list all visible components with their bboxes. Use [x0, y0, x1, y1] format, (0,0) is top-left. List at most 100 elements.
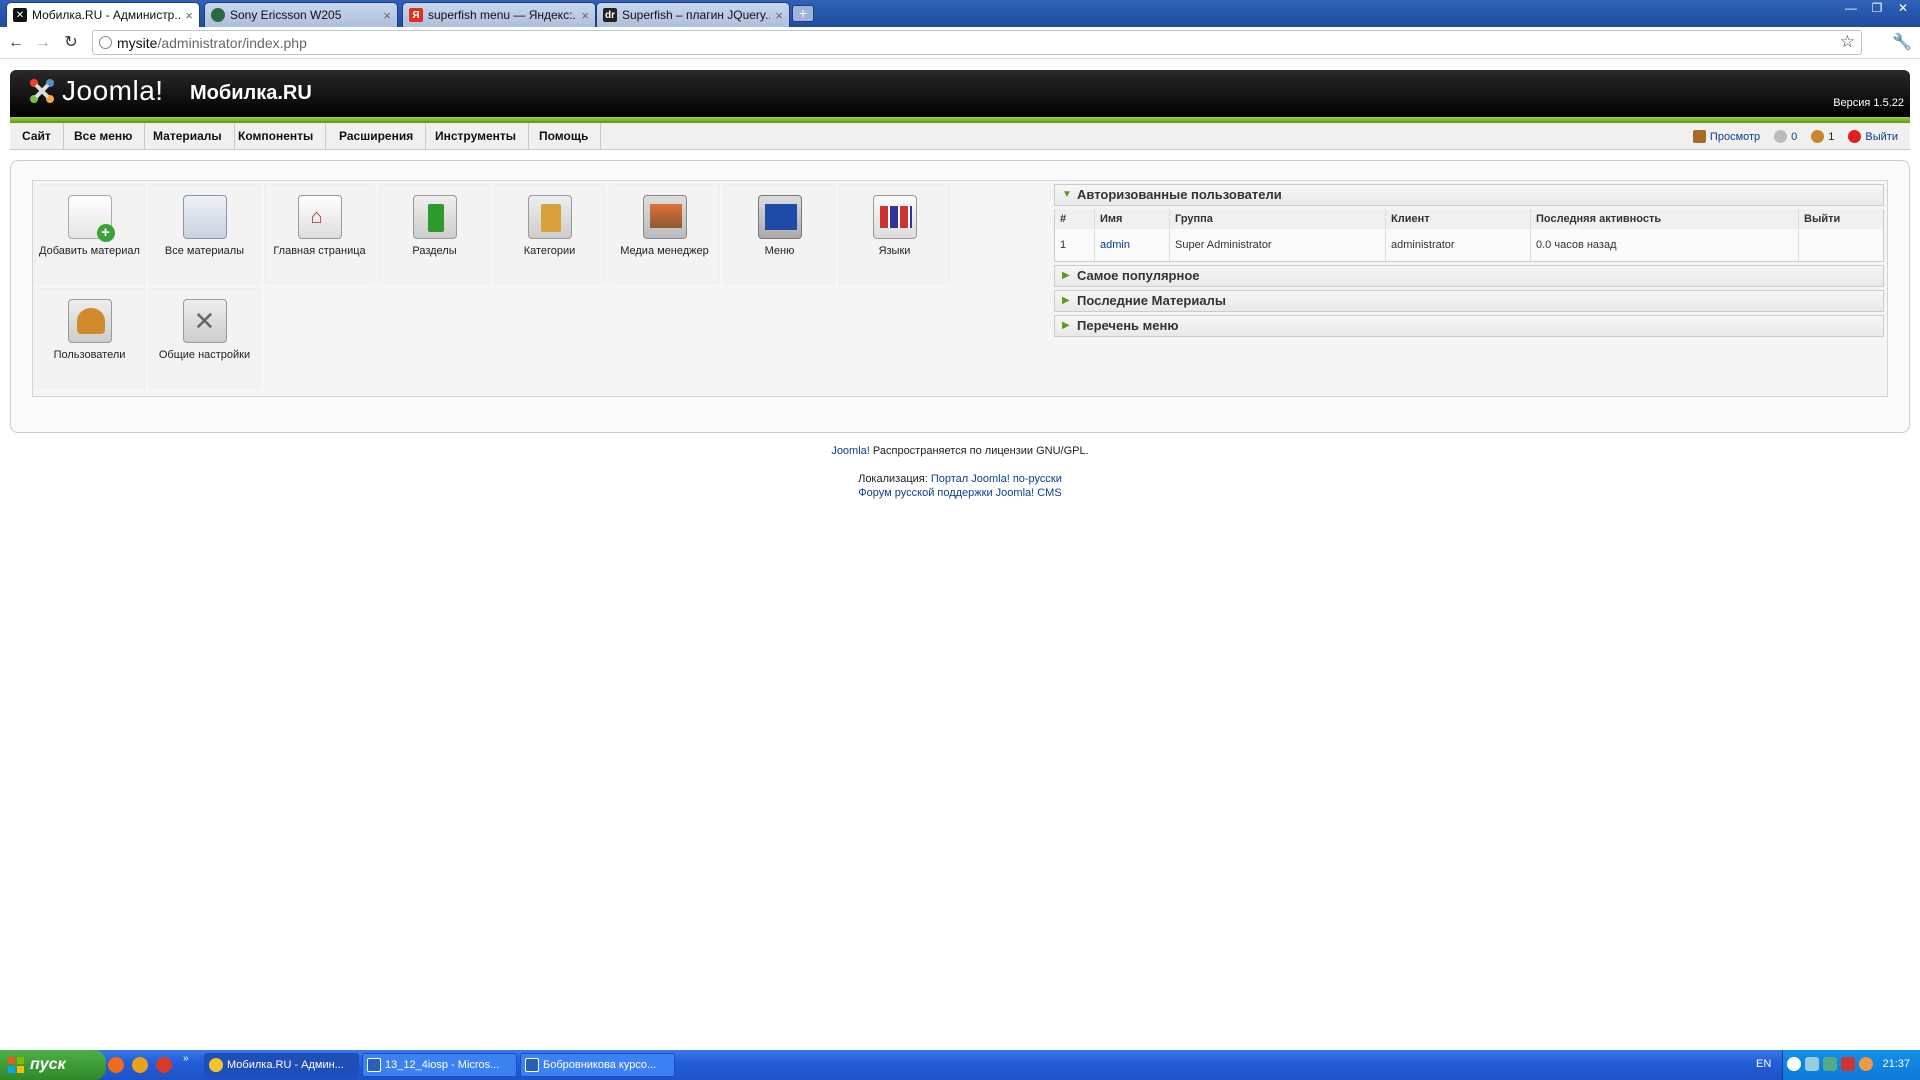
logout-link[interactable]: Выйти [1848, 130, 1898, 143]
new-tab-button[interactable]: + [792, 5, 814, 22]
close-tab-icon[interactable]: × [383, 8, 391, 23]
quick-icon-frontpage[interactable]: ⌂ Главная страница [264, 184, 375, 284]
joomla-favicon-icon: ✕ [13, 8, 27, 22]
admin-footer: Joomla! Распространяется по лицензии GNU… [0, 444, 1920, 500]
quick-icon-config[interactable]: ✕ Общие настройки [149, 288, 260, 388]
close-tab-icon[interactable]: × [775, 8, 783, 23]
browser-toolbar: ← → ↻ mysite/administrator/index.php ☆ 🔧 [0, 27, 1920, 59]
close-tab-icon[interactable]: × [581, 8, 589, 23]
taskbar-window-button[interactable]: Бобровникова курсо... [520, 1053, 675, 1077]
menu-item-tools[interactable]: Инструменты [423, 123, 530, 150]
page-info-icon[interactable] [99, 36, 112, 49]
browser-tab[interactable]: Я superfish menu — Яндекс:... × [402, 2, 596, 27]
cell-logout[interactable] [1799, 229, 1883, 261]
joomla-logo-icon [26, 75, 58, 107]
menu-item-components[interactable]: Компоненты [226, 123, 327, 150]
menu-item-content[interactable]: Материалы [141, 123, 235, 150]
browser-tab[interactable]: Sony Ericsson W205 × [204, 2, 398, 27]
menu-item-all-menus[interactable]: Все меню [62, 123, 146, 150]
latest-articles-header[interactable]: ▶ Последние Материалы [1054, 290, 1884, 312]
messages-status[interactable]: 0 [1774, 130, 1797, 143]
browser-tab[interactable]: dr Superfish – плагин JQuery... × [596, 2, 790, 27]
bookmark-star-icon[interactable]: ☆ [1840, 32, 1855, 52]
reload-icon[interactable]: ↻ [61, 33, 81, 53]
preview-icon [1692, 130, 1706, 143]
close-tab-icon[interactable]: × [185, 8, 193, 23]
quick-icon-label: Все материалы [164, 245, 245, 257]
quick-icon-label: Разделы [412, 245, 457, 257]
quick-icon-label: Языки [878, 245, 911, 257]
panel-title: Перечень меню [1077, 318, 1179, 333]
flag-icon[interactable] [1841, 1057, 1855, 1071]
menu-item-site[interactable]: Сайт [10, 123, 64, 150]
quick-icon-languages[interactable]: Языки [839, 184, 950, 284]
quick-icon-categories[interactable]: Категории [494, 184, 605, 284]
quick-icon-sections[interactable]: Разделы [379, 184, 490, 284]
quick-icon-label: Меню [764, 245, 795, 257]
portal-link[interactable]: Портал Joomla! по-русски [931, 473, 1062, 485]
minimize-icon[interactable]: — [1840, 0, 1862, 16]
users-count: 1 [1828, 130, 1835, 143]
browser-icon[interactable] [132, 1057, 148, 1073]
tab-title: Superfish – плагин JQuery... [622, 8, 771, 22]
restore-icon[interactable]: ❐ [1866, 0, 1888, 16]
quick-icon-add-article[interactable]: + Добавить материал [34, 184, 145, 284]
users-status[interactable]: 1 [1811, 130, 1834, 143]
tab-title: superfish menu — Яндекс:... [428, 8, 577, 22]
user-link[interactable]: admin [1095, 229, 1170, 261]
network-icon[interactable] [1805, 1057, 1819, 1071]
language-indicator[interactable]: EN [1756, 1058, 1771, 1070]
quick-icon-media[interactable]: Медиа менеджер [609, 184, 720, 284]
taskbar-window-button[interactable]: 13_12_4iosp - Micros... [362, 1053, 517, 1077]
menu-stats-header[interactable]: ▶ Перечень меню [1054, 315, 1884, 337]
start-label: пуск [30, 1056, 66, 1073]
logged-users-header[interactable]: ▼ Авторизованные пользователи [1054, 184, 1884, 206]
tray-app-icon[interactable] [1859, 1057, 1873, 1071]
collapsed-triangle-icon: ▶ [1062, 320, 1070, 331]
tray-app-icon[interactable] [1823, 1057, 1837, 1071]
popular-header[interactable]: ▶ Самое популярное [1054, 265, 1884, 287]
firefox-icon[interactable] [108, 1057, 124, 1073]
start-button[interactable]: пуск [0, 1050, 106, 1080]
window-controls: — ❐ ✕ [1840, 0, 1914, 16]
chrome-icon [209, 1058, 223, 1072]
back-arrow-icon[interactable]: ← [6, 33, 26, 53]
preview-label: Просмотр [1709, 130, 1761, 143]
logged-users-table: # Имя Группа Клиент Последняя активность… [1054, 209, 1884, 262]
quick-icon-label: Пользователи [53, 349, 126, 361]
cell-client: administrator [1386, 229, 1531, 261]
config-icon: ✕ [182, 299, 227, 343]
browser-tab[interactable]: ✕ Мобилка.RU - Администр... × [6, 2, 200, 27]
preview-link[interactable]: Просмотр [1692, 130, 1761, 143]
quick-icon-label: Добавить материал [39, 245, 140, 257]
users-icon [67, 299, 112, 343]
status-bar: Просмотр 0 1 Выйти [1692, 123, 1898, 150]
sections-icon [412, 195, 457, 239]
categories-icon [527, 195, 572, 239]
quick-icon-users[interactable]: Пользователи [34, 288, 145, 388]
taskbar-window-button[interactable]: Мобилка.RU - Админ... [204, 1053, 359, 1077]
menu-item-extensions[interactable]: Расширения [327, 123, 427, 150]
wrench-menu-icon[interactable]: 🔧 [1892, 32, 1912, 52]
users-online-icon [1811, 130, 1825, 143]
address-bar[interactable]: mysite/administrator/index.php ☆ [92, 30, 1862, 55]
admin-menu-bar: Сайт Все меню Материалы Компоненты Расши… [10, 123, 1910, 150]
forum-link[interactable]: Форум русской поддержки Joomla! CMS [858, 487, 1061, 499]
logout-label: Выйти [1865, 130, 1898, 143]
quick-icon-menu[interactable]: Меню [724, 184, 835, 284]
tray-expand-icon[interactable] [1787, 1057, 1801, 1071]
panel-title: Последние Материалы [1077, 293, 1226, 308]
quick-launch-more-icon[interactable]: » [183, 1053, 189, 1064]
cell-number: 1 [1055, 229, 1095, 261]
app-icon[interactable] [156, 1057, 172, 1073]
forward-arrow-icon[interactable]: → [33, 33, 53, 53]
close-window-icon[interactable]: ✕ [1892, 0, 1914, 16]
menu-item-help[interactable]: Помощь [527, 123, 602, 150]
frontpage-icon: ⌂ [297, 195, 342, 239]
quick-icon-articles[interactable]: Все материалы [149, 184, 260, 284]
browser-tab-bar: ✕ Мобилка.RU - Администр... × Sony Erics… [0, 0, 1920, 27]
joomla-link[interactable]: Joomla! [831, 445, 870, 457]
taskbar-window-label: 13_12_4iosp - Micros... [385, 1059, 500, 1071]
collapsed-triangle-icon: ▶ [1062, 270, 1070, 281]
modules-panel: ▼ Авторизованные пользователи # Имя Груп… [1054, 184, 1884, 340]
